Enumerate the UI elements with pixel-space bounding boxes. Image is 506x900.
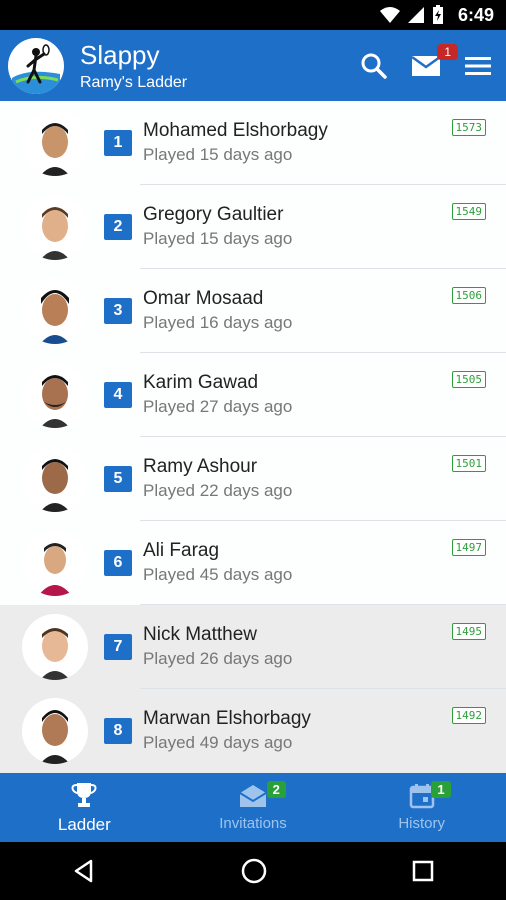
list-item[interactable]: 1 Mohamed Elshorbagy Played 15 days ago 1… xyxy=(0,101,506,185)
tab-history-label: History xyxy=(398,815,446,832)
status-bar: 6:49 xyxy=(0,0,506,30)
player-name: Omar Mosaad xyxy=(143,288,264,309)
played-ago: Played 16 days ago xyxy=(143,313,293,332)
menu-button[interactable] xyxy=(460,48,496,84)
app-logo xyxy=(8,37,64,94)
list-item[interactable]: 8 Marwan Elshorbagy Played 49 days ago 14… xyxy=(0,689,506,773)
player-name: Ali Farag xyxy=(143,540,220,561)
played-ago: Played 15 days ago xyxy=(143,145,293,164)
rating-badge: 1501 xyxy=(451,455,486,472)
played-ago: Played 22 days ago xyxy=(143,481,293,500)
played-ago: Played 45 days ago xyxy=(143,565,293,584)
battery-icon xyxy=(432,5,443,24)
list-item[interactable]: 2 Gregory Gaultier Played 15 days ago 154… xyxy=(0,185,506,269)
rank-badge: 8 xyxy=(104,718,132,744)
tab-invitations-label: Invitations xyxy=(219,815,287,832)
player-name: Karim Gawad xyxy=(143,372,259,393)
played-ago: Played 15 days ago xyxy=(143,229,293,248)
tab-ladder[interactable]: Ladder xyxy=(0,773,169,842)
rating-badge: 1573 xyxy=(451,119,486,136)
menu-icon xyxy=(465,56,491,75)
search-button[interactable] xyxy=(356,48,392,84)
mail-button[interactable]: 1 xyxy=(408,43,458,84)
rank-badge: 6 xyxy=(104,550,132,576)
trophy-icon xyxy=(71,782,97,807)
tab-invitations[interactable]: 2 Invitations xyxy=(169,773,338,842)
player-name: Mohamed Elshorbagy xyxy=(143,120,328,141)
rating-badge: 1495 xyxy=(451,623,486,640)
avatar xyxy=(22,194,88,260)
wifi-icon xyxy=(379,7,400,23)
app-title: Slappy xyxy=(80,39,160,70)
invitations-badge: 2 xyxy=(266,781,286,798)
ladder-list: 1 Mohamed Elshorbagy Played 15 days ago 1… xyxy=(0,101,506,773)
rank-badge: 1 xyxy=(104,130,132,156)
tab-ladder-label: Ladder xyxy=(57,814,111,834)
list-item[interactable]: 5 Ramy Ashour Played 22 days ago 1501 xyxy=(0,437,506,521)
mail-badge: 1 xyxy=(437,43,458,60)
back-icon[interactable] xyxy=(71,858,97,884)
rank-badge: 5 xyxy=(104,466,132,492)
bottom-nav: Ladder 2 Invitations 1 History xyxy=(0,773,506,842)
avatar xyxy=(22,698,88,764)
player-name: Nick Matthew xyxy=(143,624,258,645)
rank-badge: 4 xyxy=(104,382,132,408)
avatar xyxy=(22,446,88,512)
rating-badge: 1506 xyxy=(451,287,486,304)
played-ago: Played 49 days ago xyxy=(143,733,293,752)
played-ago: Played 27 days ago xyxy=(143,397,293,416)
avatar xyxy=(22,278,88,344)
signal-icon xyxy=(407,7,424,23)
rank-badge: 2 xyxy=(104,214,132,240)
avatar xyxy=(22,110,88,176)
recents-icon[interactable] xyxy=(411,859,435,883)
tab-history[interactable]: 1 History xyxy=(337,773,506,842)
list-item[interactable]: 6 Ali Farag Played 45 days ago 1497 xyxy=(0,521,506,605)
player-name: Gregory Gaultier xyxy=(143,204,284,225)
history-badge: 1 xyxy=(431,781,451,798)
home-icon[interactable] xyxy=(240,857,268,885)
avatar xyxy=(22,530,88,596)
rank-badge: 3 xyxy=(104,298,132,324)
rating-badge: 1497 xyxy=(451,539,486,556)
list-item[interactable]: 7 Nick Matthew Played 26 days ago 1495 xyxy=(0,605,506,689)
app-subtitle: Ramy's Ladder xyxy=(80,73,188,91)
status-time: 6:49 xyxy=(457,4,494,25)
player-name: Ramy Ashour xyxy=(143,456,258,477)
invitation-envelope-icon xyxy=(239,785,267,807)
list-item[interactable]: 4 Karim Gawad Played 27 days ago 1505 xyxy=(0,353,506,437)
avatar xyxy=(22,362,88,428)
rating-badge: 1549 xyxy=(451,203,486,220)
app-bar: Slappy Ramy's Ladder 1 xyxy=(0,30,506,101)
rating-badge: 1492 xyxy=(451,707,486,724)
rating-badge: 1505 xyxy=(451,371,486,388)
system-nav-bar xyxy=(0,842,506,900)
list-item[interactable]: 3 Omar Mosaad Played 16 days ago 1506 xyxy=(0,269,506,353)
rank-badge: 7 xyxy=(104,634,132,660)
played-ago: Played 26 days ago xyxy=(143,649,293,668)
player-name: Marwan Elshorbagy xyxy=(143,708,311,729)
avatar xyxy=(22,614,88,680)
search-icon xyxy=(361,53,387,79)
